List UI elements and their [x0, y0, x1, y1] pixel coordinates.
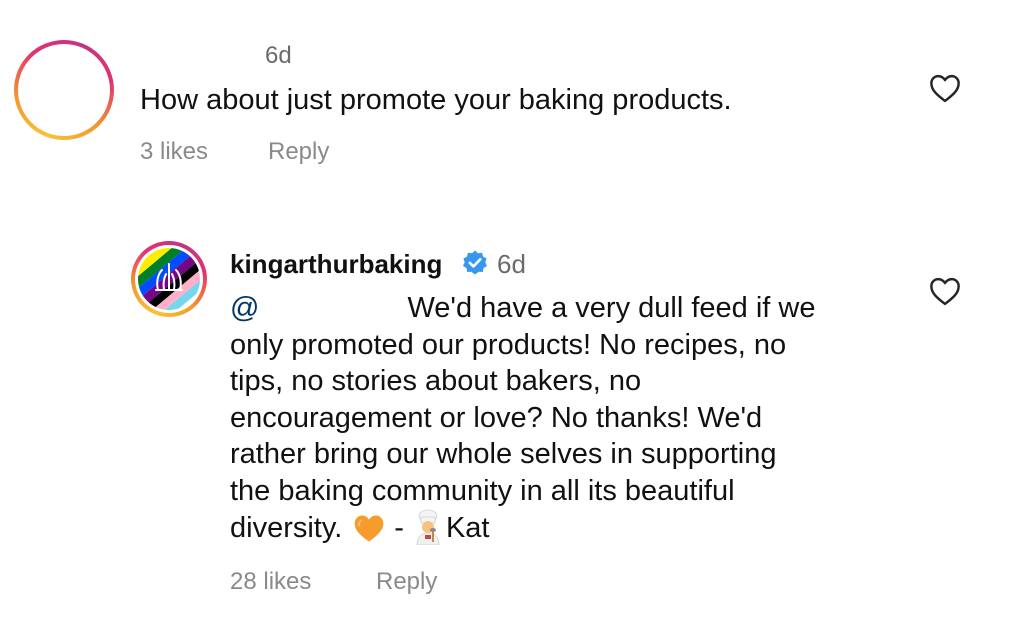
comment-line: only promoted our products! No recipes, … — [230, 328, 787, 361]
comment-text: How about just promote your baking produ… — [140, 84, 732, 116]
reply-button[interactable]: Reply — [268, 138, 329, 166]
username[interactable]: kingarthurbaking — [230, 249, 442, 280]
comment-line: @ We'd have a very dull feed if we — [230, 290, 890, 327]
reply-button[interactable]: Reply — [376, 568, 437, 596]
comment-timestamp: 6d — [265, 42, 292, 69]
comment-line: tips, no stories about bakers, no — [230, 365, 642, 397]
comment-line: diversity. - Kat — [230, 509, 890, 547]
avatar[interactable] — [131, 241, 207, 317]
comment-line: the baking community in all its beautifu… — [230, 474, 735, 507]
comment-timestamp: 6d — [497, 249, 526, 279]
mention-link[interactable]: @ — [230, 292, 259, 324]
orange-heart-emoji-icon — [354, 515, 384, 542]
comment-line-text: diversity. — [230, 512, 343, 544]
likes-count[interactable]: 3 likes — [140, 138, 208, 166]
heart-outline-icon[interactable] — [928, 276, 962, 306]
verified-badge-icon — [463, 250, 487, 275]
comment-line: encouragement or love? No thanks! We'd — [230, 401, 763, 434]
comment-line-text: We'd have a very dull feed if we — [407, 292, 816, 324]
cook-emoji-icon — [416, 509, 440, 545]
heart-outline-icon[interactable] — [928, 73, 962, 103]
comment-line: rather bring our whole selves in support… — [230, 438, 777, 470]
signature-name: Kat — [445, 512, 490, 544]
comment-text: @ We'd have a very dull feed if we only p… — [230, 290, 890, 547]
avatar[interactable] — [14, 40, 114, 140]
brand-logo — [135, 245, 203, 313]
likes-count[interactable]: 28 likes — [230, 568, 311, 596]
signature-dash: - — [394, 512, 404, 544]
